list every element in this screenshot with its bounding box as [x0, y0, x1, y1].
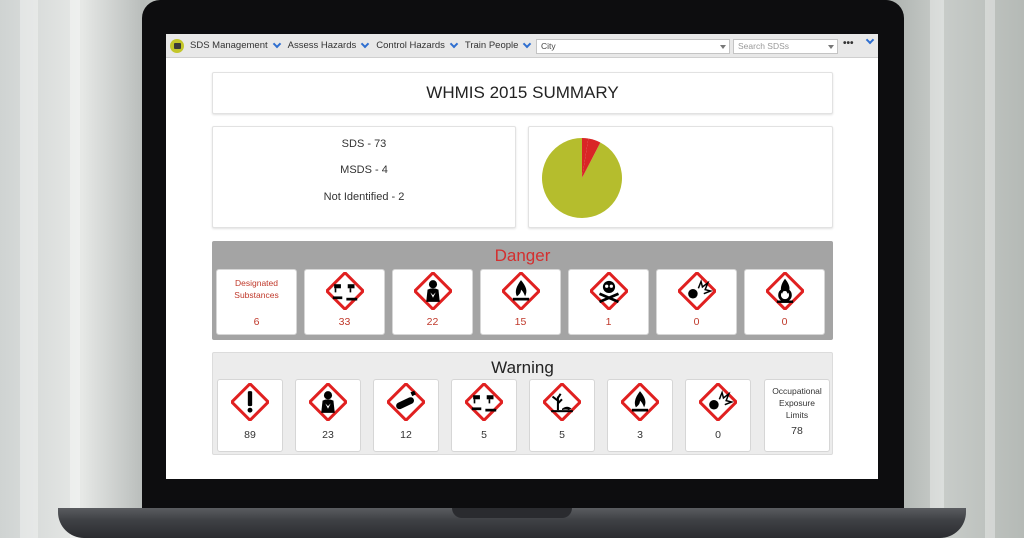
warning-title: Warning [491, 358, 554, 377]
chevron-down-icon [272, 39, 281, 49]
card-count: 15 [514, 316, 527, 328]
health-hazard-icon [413, 272, 452, 310]
location-select-value: City [541, 41, 556, 51]
health-hazard-icon [309, 383, 347, 421]
nav-label: Control Hazards [376, 40, 445, 51]
card-label: Exposure [779, 398, 815, 408]
pictogram-card[interactable]: 22 [392, 269, 473, 335]
card-label: Limits [785, 410, 809, 420]
search-placeholder: Search SDSs [738, 41, 790, 51]
nav-control-hazards[interactable]: Control Hazards [376, 39, 459, 51]
card-label: Designated [234, 278, 278, 288]
dropdown-caret-icon [720, 45, 726, 49]
danger-title: Danger [494, 246, 551, 265]
pictogram-card[interactable]: 3 [607, 379, 673, 452]
card-count: 0 [715, 429, 721, 441]
search-sds-input[interactable]: Search SDSs [733, 39, 838, 54]
sds-pie-chart [541, 137, 622, 218]
card-count: 78 [791, 425, 803, 437]
pictogram-card[interactable]: 12 [373, 379, 439, 452]
laptop-notch [452, 508, 572, 518]
sds-count: SDS - 73 [341, 138, 387, 150]
card-label: Occupational [772, 386, 822, 396]
page-title: WHMIS 2015 SUMMARY [426, 83, 619, 102]
pictogram-card[interactable]: 15 [480, 269, 561, 335]
nav-label: Assess Hazards [287, 40, 357, 51]
card-count: 5 [559, 429, 565, 441]
exclamation-icon [231, 383, 269, 421]
pictogram-card[interactable]: 33 [304, 269, 385, 335]
nav-assess-hazards[interactable]: Assess Hazards [287, 39, 370, 51]
chevron-down-icon [361, 39, 370, 49]
warning-section: Warning 89 23 12 5 5 3 0 Occupational Exposure… [212, 352, 833, 455]
pictogram-card[interactable]: 23 [295, 379, 361, 452]
card-count: 23 [322, 429, 334, 441]
pictogram-card[interactable]: 0 [656, 269, 737, 335]
nav-label: Train People [464, 40, 519, 51]
environment-icon [543, 383, 581, 421]
nav-sds-management[interactable]: SDS Management [190, 39, 281, 51]
card-count: 6 [253, 316, 260, 328]
card-count: 1 [605, 316, 612, 328]
not-identified-count: Not Identified - 2 [323, 191, 405, 203]
corrosion-icon [325, 272, 364, 310]
card-count: 33 [338, 316, 351, 328]
gas-cylinder-icon [387, 383, 425, 421]
card-count: 89 [244, 429, 256, 441]
pictogram-card[interactable]: 0 [685, 379, 751, 452]
card-count: 22 [426, 316, 439, 328]
chevron-down-icon [523, 39, 532, 49]
chevron-down-icon [449, 39, 459, 49]
flame-icon [621, 383, 659, 421]
app-screen: SDS Management Assess Hazards Control Ha… [166, 34, 878, 479]
dropdown-caret-icon [828, 45, 834, 49]
more-menu-button[interactable]: ••• [843, 38, 854, 49]
corrosion-icon [465, 383, 503, 421]
nav-label: SDS Management [190, 40, 268, 51]
pictogram-card[interactable]: 1 [568, 269, 649, 335]
card-count: 0 [693, 316, 700, 328]
exploding-bomb-icon [677, 272, 716, 310]
pie-slice-0[interactable] [541, 138, 622, 218]
top-navbar: SDS Management Assess Hazards Control Ha… [166, 34, 878, 58]
pictogram-card[interactable]: 5 [451, 379, 517, 452]
danger-section: Danger Designated Substances 6 33 22 15 1 0 0 [212, 241, 833, 340]
flame-icon [501, 272, 540, 310]
exploding-bomb-icon [699, 383, 737, 421]
card-count: 12 [400, 429, 412, 441]
sds-counts-panel: SDS - 73 MSDS - 4 Not Identified - 2 [212, 126, 516, 228]
summary-title-panel: WHMIS 2015 SUMMARY [212, 72, 833, 114]
card-label: Substances [234, 290, 279, 300]
app-logo[interactable] [170, 38, 184, 53]
card-count: 5 [481, 429, 487, 441]
nav-train-people[interactable]: Train People [464, 39, 532, 51]
msds-count: MSDS - 4 [340, 164, 388, 176]
pictogram-card[interactable]: 0 [744, 269, 825, 335]
occupational-exposure-limits-card[interactable]: Occupational Exposure Limits 78 [764, 379, 830, 452]
card-count: 3 [637, 429, 643, 441]
pictogram-card[interactable]: 89 [217, 379, 283, 452]
location-select[interactable]: City [536, 39, 730, 54]
pictogram-card[interactable]: 5 [529, 379, 595, 452]
designated-substances-card[interactable]: Designated Substances 6 [216, 269, 297, 335]
skull-crossbones-icon [589, 272, 628, 310]
card-count: 0 [781, 316, 788, 328]
pie-chart-panel [528, 126, 833, 228]
flame-over-circle-icon [765, 272, 804, 310]
chevron-down-icon[interactable] [865, 35, 875, 45]
